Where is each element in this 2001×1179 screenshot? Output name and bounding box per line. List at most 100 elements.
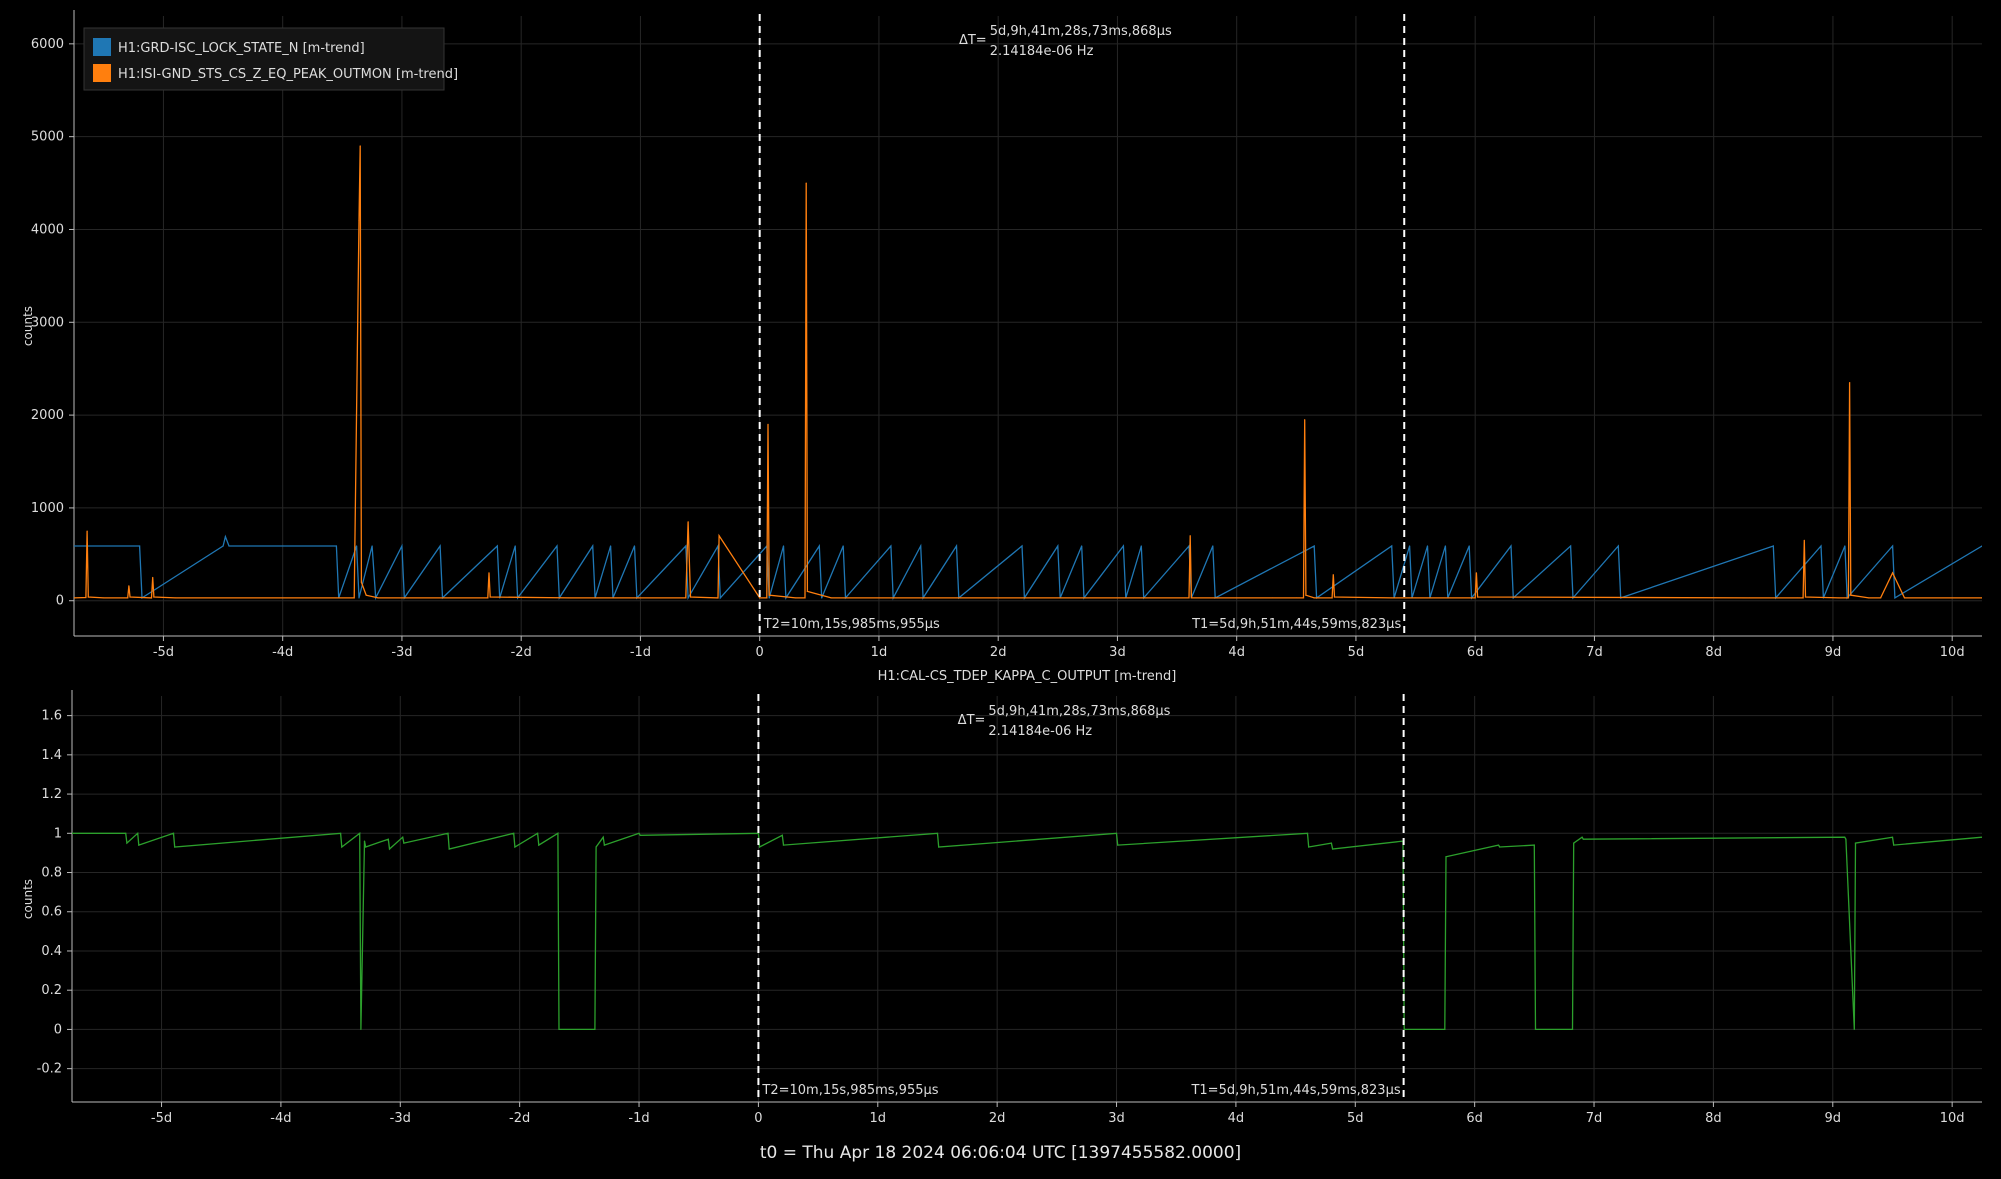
data-point — [878, 597, 880, 599]
y-axis-label: counts — [21, 306, 35, 346]
x-tick-label: 0 — [756, 645, 764, 660]
cursor-label-t2: T2=10m,15s,985ms,955µs — [763, 617, 940, 632]
data-point — [842, 545, 844, 547]
data-point — [1803, 539, 1805, 542]
data-point — [1981, 836, 1982, 838]
data-point — [228, 545, 230, 547]
data-point — [685, 597, 687, 599]
data-point — [126, 842, 128, 844]
data-point — [718, 535, 720, 537]
data-point — [496, 545, 498, 547]
data-point — [594, 1028, 596, 1031]
delta-frequency: 2.14184e-06 Hz — [990, 44, 1094, 59]
data-point — [1468, 545, 1470, 547]
data-point — [1534, 1028, 1537, 1031]
delta-time: 5d,9h,41m,28s,73ms,868µs — [990, 24, 1172, 39]
data-point — [1891, 545, 1894, 547]
data-point — [222, 545, 224, 547]
data-point — [1444, 545, 1446, 547]
y-tick-label: 0 — [56, 594, 64, 609]
data-point — [1854, 842, 1857, 844]
data-point — [359, 145, 361, 147]
data-point — [1391, 597, 1393, 599]
data-point — [1304, 419, 1306, 421]
data-point — [1271, 597, 1274, 599]
data-point — [1844, 545, 1846, 547]
x-tick-label: -5d — [151, 1111, 172, 1126]
data-point — [358, 597, 360, 599]
y-tick-label: 1.6 — [41, 709, 62, 724]
legend-entry: H1:GRD-ISC_LOCK_STATE_N [m-trend] — [118, 41, 365, 56]
data-point — [514, 545, 516, 547]
data-point — [759, 597, 761, 599]
ndscope-window: -5d -4d -3d -2d -1d 0 1d 2d 3d 4d 5d 6d 7d 8d 9d 10d 0 10… — [0, 0, 2001, 1179]
data-point — [1306, 832, 1309, 834]
data-point — [1510, 545, 1512, 547]
data-point — [536, 832, 539, 834]
x-tick-label: 9d — [1825, 1111, 1842, 1126]
data-point — [1772, 545, 1774, 547]
data-point — [556, 545, 558, 547]
data-point — [1331, 597, 1333, 599]
data-point — [804, 597, 806, 599]
data-point — [603, 844, 606, 846]
x-tick-label: 4d — [1228, 1111, 1245, 1126]
data-point — [1302, 597, 1305, 599]
data-point — [150, 597, 153, 599]
x-tick-label: 0 — [754, 1111, 762, 1126]
data-point — [174, 597, 176, 599]
data-point — [86, 530, 88, 532]
delta-prefix: ΔT= — [959, 33, 987, 48]
data-point — [1581, 836, 1583, 838]
data-point — [1305, 594, 1307, 596]
y-tick-label: 0 — [54, 1022, 62, 1037]
data-point — [1189, 535, 1191, 537]
data-point — [514, 846, 516, 848]
data-point — [1868, 597, 1870, 599]
data-point — [365, 846, 367, 848]
data-point — [1414, 597, 1417, 599]
data-point — [1880, 597, 1882, 599]
data-point — [1332, 848, 1334, 850]
x-tick-label: -1d — [630, 645, 651, 660]
x-tick-label: 5d — [1348, 645, 1365, 660]
data-point — [335, 545, 337, 547]
data-point — [1476, 596, 1479, 598]
data-point — [920, 545, 922, 547]
data-point — [1445, 856, 1447, 858]
data-point — [1391, 545, 1393, 547]
data-point — [689, 596, 692, 598]
data-point — [488, 572, 490, 574]
data-point — [339, 832, 342, 834]
plot-panel-1: -5d -4d -3d -2d -1d 0 1d 2d 3d 4d 5d 6d 7d 8d 9d 10d 0 10… — [21, 10, 1982, 660]
x-tick-label: 5d — [1347, 1111, 1364, 1126]
delta-time: 5d,9h,41m,28s,73ms,868µs — [988, 704, 1170, 719]
data-point — [1117, 844, 1119, 846]
x-tick-label: 1d — [871, 645, 888, 660]
y-tick-label: 0.2 — [41, 983, 62, 998]
data-point — [387, 838, 389, 840]
data-point — [767, 423, 769, 425]
x-tick-label: 3d — [1109, 645, 1126, 660]
data-point — [1333, 596, 1336, 598]
cursor-label-t1: T1=5d,9h,51m,44s,59ms,823µs — [1191, 617, 1401, 632]
x-tick-label: 7d — [1586, 645, 1603, 660]
data-point — [805, 182, 807, 184]
data-point — [138, 545, 141, 547]
data-point — [1140, 545, 1142, 547]
data-point — [1497, 844, 1500, 846]
data-point — [717, 597, 719, 599]
data-point — [768, 597, 770, 599]
data-point — [1573, 842, 1575, 844]
data-point — [138, 844, 140, 846]
data-point — [1894, 597, 1896, 599]
data-point — [782, 545, 785, 547]
data-point — [1122, 545, 1124, 547]
data-point — [685, 545, 687, 547]
data-point — [806, 590, 808, 593]
x-tick-label: 6d — [1466, 1111, 1483, 1126]
data-point — [174, 846, 176, 848]
x-tick-label: 10d — [1940, 645, 1965, 660]
data-point — [538, 844, 540, 846]
data-point — [1190, 597, 1192, 599]
